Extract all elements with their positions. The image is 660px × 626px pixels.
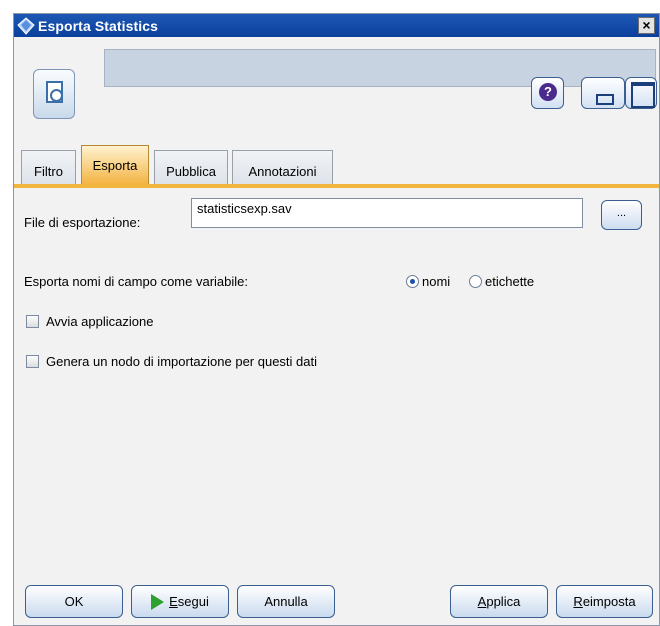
- apply-button-label: pplica: [486, 594, 521, 609]
- apply-button[interactable]: Applica: [450, 585, 548, 618]
- radio-nomi[interactable]: [406, 275, 419, 288]
- diamond-icon: [17, 16, 35, 35]
- tab-pubblica[interactable]: Pubblica: [154, 150, 228, 184]
- generate-node-label: Genera un nodo di importazione per quest…: [46, 354, 318, 369]
- window-title: Esporta Statistics: [38, 17, 159, 34]
- reset-button-label: eimposta: [582, 594, 636, 609]
- node-name-bar: [104, 49, 656, 87]
- run-button[interactable]: Esegui: [131, 585, 229, 618]
- run-button-label: segui: [177, 594, 209, 609]
- play-icon: [151, 593, 165, 610]
- reset-button[interactable]: Reimposta: [556, 585, 653, 618]
- launch-app-checkbox[interactable]: [26, 315, 39, 328]
- radio-nomi-label: nomi: [422, 274, 451, 289]
- fieldnames-label: Esporta nomi di campo come variabile:: [24, 274, 248, 289]
- browse-button[interactable]: ...: [601, 200, 642, 230]
- help-icon: ?: [539, 83, 557, 101]
- maximize-button[interactable]: [625, 77, 657, 109]
- node-header: ?: [14, 37, 659, 157]
- ok-button[interactable]: OK: [25, 585, 123, 618]
- tab-annotazioni[interactable]: Annotazioni: [232, 150, 333, 184]
- tab-strip: Filtro Esporta Pubblica Annotazioni: [14, 145, 659, 188]
- launch-app-label: Avvia applicazione: [46, 314, 154, 329]
- export-panel: File di esportazione: ... Esporta nomi d…: [14, 188, 659, 578]
- radio-etichette[interactable]: [469, 275, 482, 288]
- radio-etichette-label: etichette: [485, 274, 535, 289]
- file-label: File di esportazione:: [24, 215, 141, 230]
- close-button[interactable]: ×: [638, 17, 655, 34]
- tab-filtro[interactable]: Filtro: [21, 150, 76, 184]
- statistics-export-icon: [33, 69, 75, 119]
- export-file-input[interactable]: [191, 198, 583, 228]
- generate-node-checkbox[interactable]: [26, 355, 39, 368]
- title-bar[interactable]: Esporta Statistics ×: [14, 14, 659, 37]
- cancel-button[interactable]: Annulla: [237, 585, 335, 618]
- export-statistics-dialog: Esporta Statistics × ? Filtro Esporta Pu…: [13, 13, 660, 626]
- minimize-button[interactable]: [581, 77, 625, 109]
- reset-button-mnemonic: R: [573, 594, 583, 609]
- help-button[interactable]: ?: [531, 77, 564, 109]
- tab-esporta[interactable]: Esporta: [81, 145, 149, 184]
- run-button-mnemonic: E: [169, 594, 178, 609]
